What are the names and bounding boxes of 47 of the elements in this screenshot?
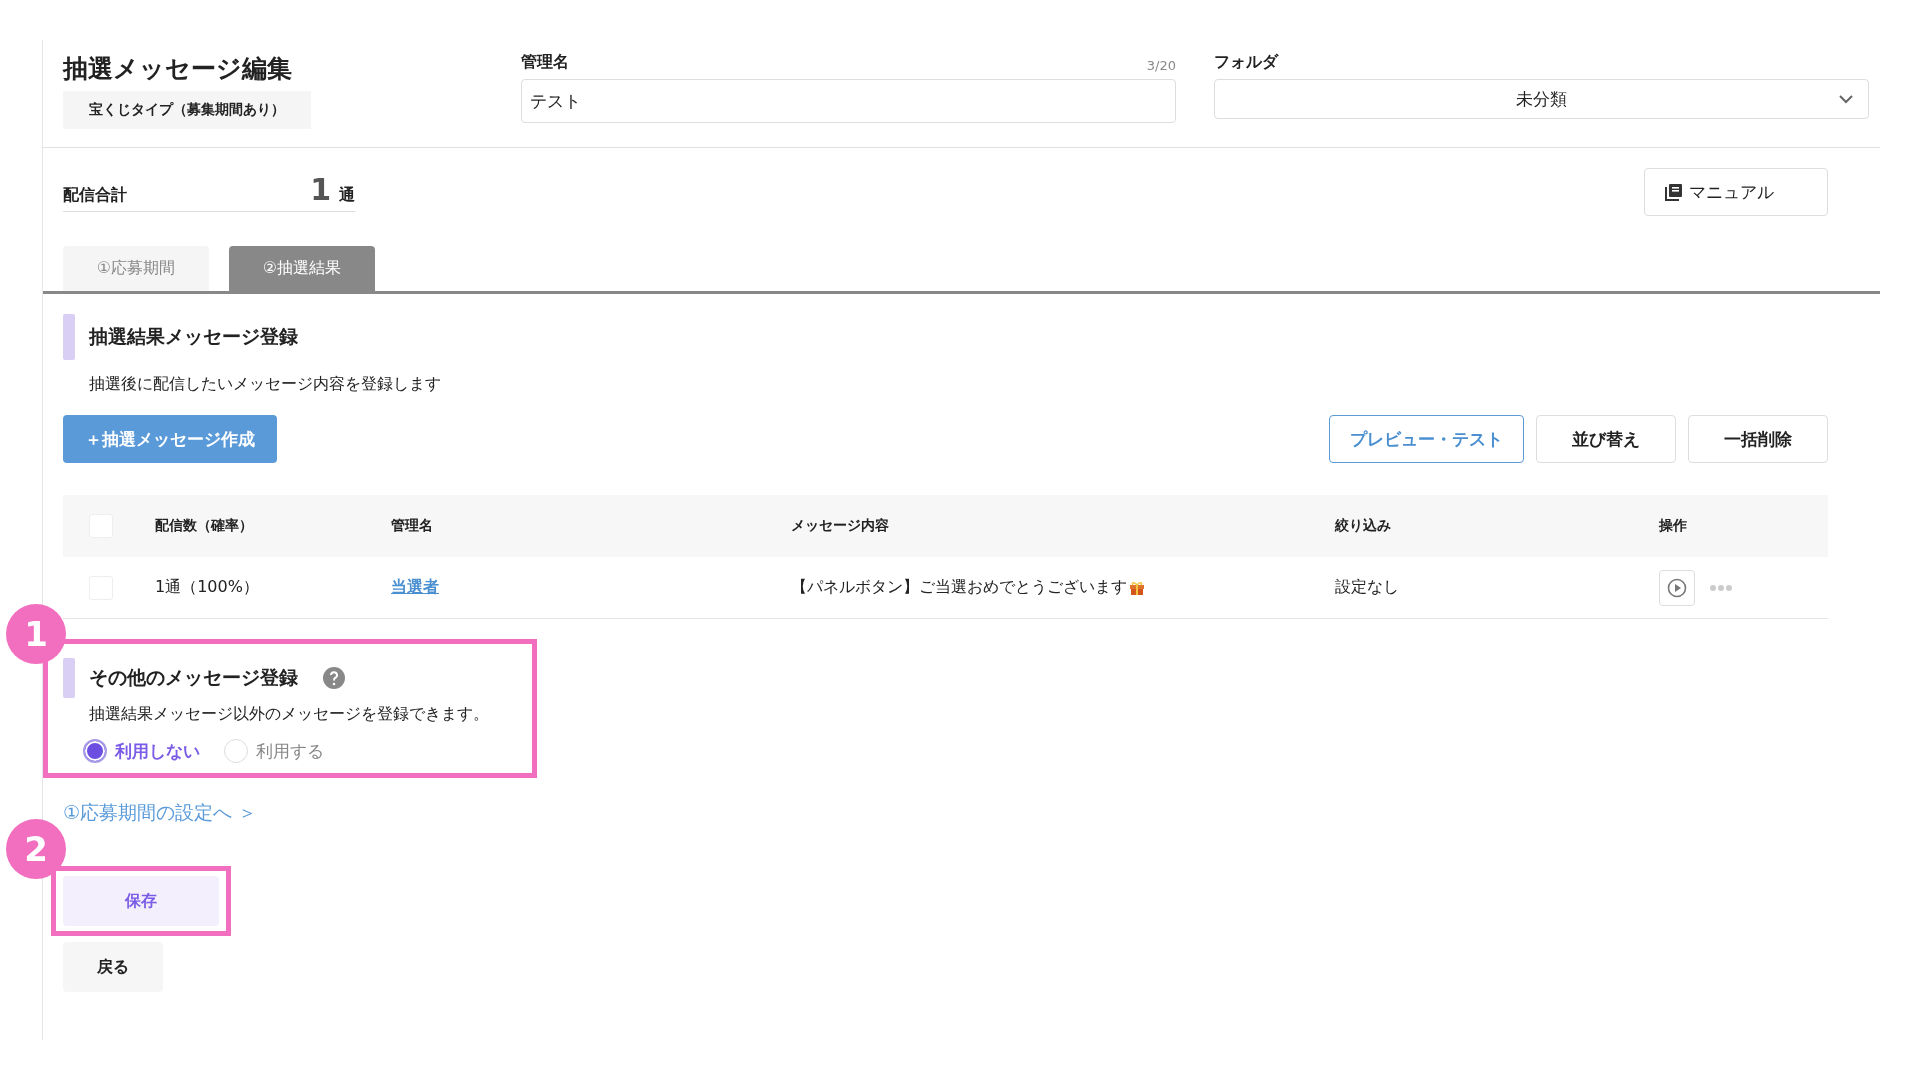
manual-button[interactable]: マニュアル (1644, 168, 1828, 216)
play-button[interactable] (1659, 569, 1695, 606)
gift-icon (1129, 579, 1145, 596)
section-title: 抽選結果メッセージ登録 (89, 324, 298, 349)
section-marker (63, 314, 75, 360)
action-button[interactable]: 一括削除 (1688, 415, 1828, 463)
more-icon[interactable] (1709, 583, 1733, 592)
save-button[interactable]: 保存 (63, 876, 219, 926)
radio-option[interactable]: 利用しない (83, 739, 200, 763)
section-title: その他のメッセージ登録 (89, 665, 298, 690)
action-button[interactable]: 並び替え (1536, 415, 1676, 463)
create-message-button[interactable]: ＋抽選メッセージ作成 (63, 415, 277, 463)
table-cell-text: 1通（100%） (155, 577, 260, 598)
column-header: 配信数（確率） (155, 517, 254, 535)
field-label: フォルダ (1214, 52, 1278, 73)
section-description: 抽選結果メッセージ以外のメッセージを登録できます。 (89, 704, 490, 725)
tab[interactable]: ②抽選結果 (229, 246, 375, 291)
step-number-badge: 2 (6, 819, 66, 879)
book-icon (1665, 183, 1683, 201)
total-unit: 通 (339, 185, 355, 206)
column-header: 絞り込み (1335, 517, 1392, 535)
column-header: 管理名 (391, 517, 434, 535)
help-icon[interactable] (322, 666, 346, 690)
section-description: 抽選後に配信したいメッセージ内容を登録します (89, 374, 442, 395)
character-counter: 3/20 (1146, 58, 1176, 73)
table-cell-text: 設定なし (1335, 577, 1400, 598)
name-link[interactable]: 当選者 (391, 577, 439, 596)
previous-step-link[interactable]: ①応募期間の設定へ ＞ (63, 800, 258, 826)
total-label: 配信合計 (63, 185, 128, 206)
action-button[interactable]: プレビュー・テスト (1329, 415, 1524, 463)
radio-option[interactable]: 利用する (224, 739, 324, 763)
back-button[interactable]: 戻る (63, 942, 163, 992)
folder-select[interactable]: 未分類 (1214, 79, 1869, 119)
play-icon (1667, 577, 1687, 598)
section-marker (63, 658, 75, 698)
column-header: メッセージ内容 (791, 517, 890, 535)
total-count: 1 (310, 172, 331, 207)
step-number-badge: 1 (6, 604, 66, 664)
table-cell: 【パネルボタン】ご当選おめでとうございます (791, 577, 1335, 598)
page-title: 抽選メッセージ編集 (63, 53, 293, 85)
column-header: 操作 (1659, 517, 1688, 535)
field-label: 管理名 (521, 52, 569, 73)
chevron-down-icon (1838, 94, 1854, 104)
type-badge: 宝くじタイプ（募集期間あり） (63, 91, 311, 129)
radio-button[interactable] (83, 739, 107, 763)
tab[interactable]: ①応募期間 (63, 246, 209, 291)
name-input-field[interactable]: テスト (521, 79, 1176, 123)
